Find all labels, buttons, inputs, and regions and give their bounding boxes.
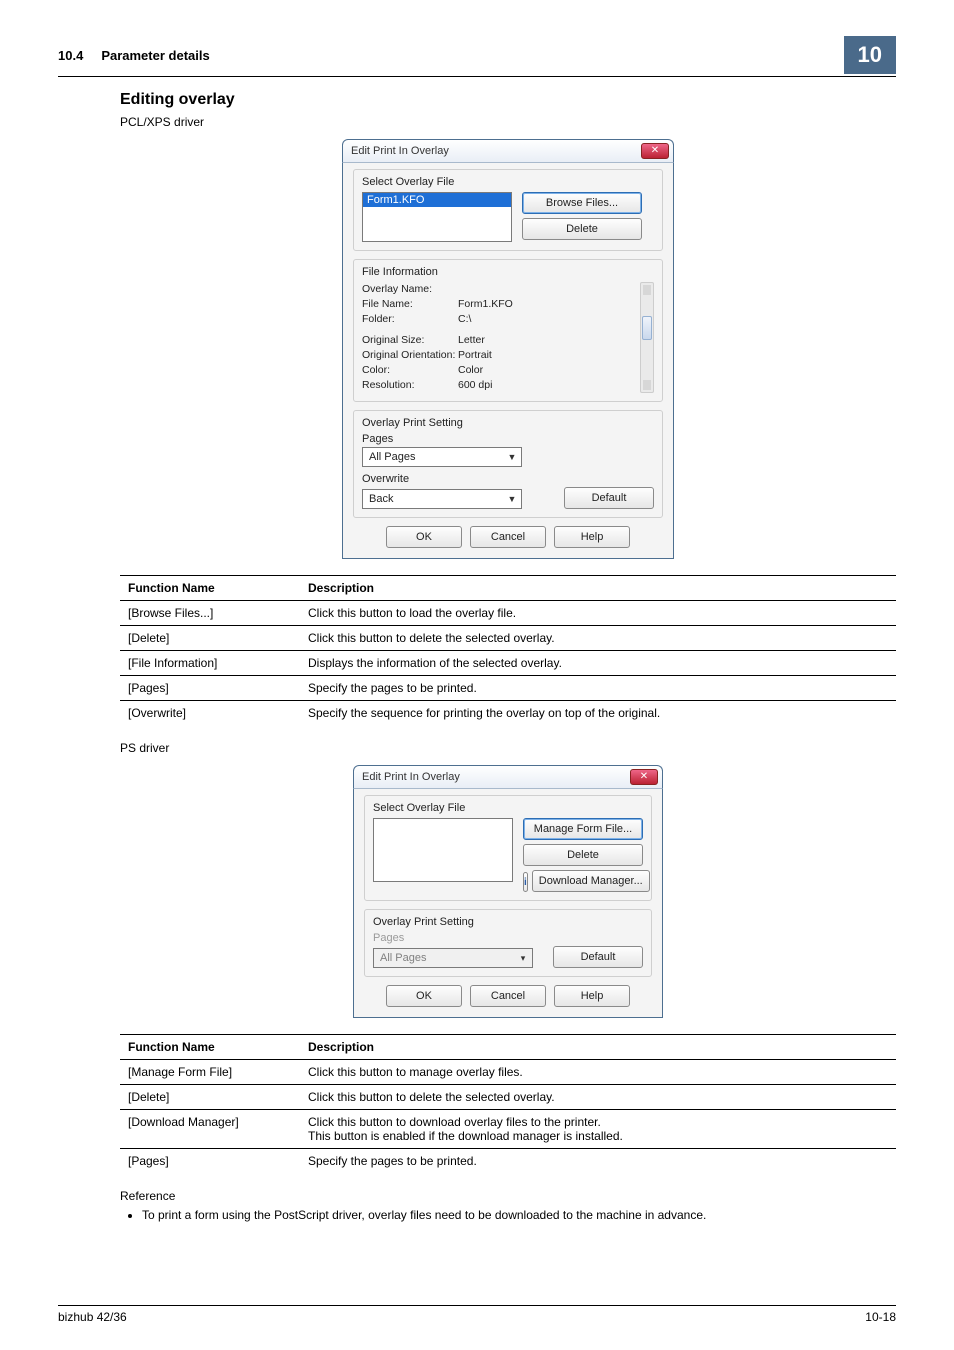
select-overlay-label: Select Overlay File <box>373 802 643 814</box>
dialog-edit-print-in-overlay-ps: Edit Print In Overlay ✕ Select Overlay F… <box>353 765 663 1018</box>
dialog-title: Edit Print In Overlay <box>362 771 460 783</box>
kv-folder-k: Folder: <box>362 312 458 327</box>
ok-button[interactable]: OK <box>386 985 462 1007</box>
heading-editing-overlay: Editing overlay <box>120 91 896 109</box>
select-overlay-label: Select Overlay File <box>362 176 454 188</box>
help-button[interactable]: Help <box>554 985 630 1007</box>
kv-color-k: Color: <box>362 363 458 378</box>
table-row: [Download Manager]Click this button to d… <box>120 1110 896 1149</box>
overlay-file-listbox[interactable] <box>373 818 513 882</box>
function-table-ps: Function Name Description [Manage Form F… <box>120 1034 896 1173</box>
cancel-button[interactable]: Cancel <box>470 985 546 1007</box>
kv-resolution-k: Resolution: <box>362 378 458 393</box>
kv-folder-v: C:\ <box>458 312 630 327</box>
chevron-down-icon: ▼ <box>505 491 519 507</box>
overwrite-combo[interactable]: Back ▼ <box>362 489 522 509</box>
chevron-down-icon: ▼ <box>505 449 519 465</box>
section-number: 10.4 <box>58 48 83 63</box>
download-manager-button[interactable]: Download Manager... <box>532 870 650 892</box>
table-row: [Overwrite]Specify the sequence for prin… <box>120 701 896 726</box>
function-table-pcl: Function Name Description [Browse Files.… <box>120 575 896 725</box>
th-function-name: Function Name <box>120 576 300 601</box>
delete-button[interactable]: Delete <box>523 844 643 866</box>
table-row: [Delete]Click this button to delete the … <box>120 626 896 651</box>
close-icon[interactable]: ✕ <box>641 143 669 159</box>
overlay-file-selected[interactable]: Form1.KFO <box>363 193 511 207</box>
file-information-label: File Information <box>362 266 654 278</box>
kv-resolution-v: 600 dpi <box>458 378 630 393</box>
kv-overlay-name-v <box>458 282 630 297</box>
kv-file-name-k: File Name: <box>362 297 458 312</box>
table-row: [Pages]Specify the pages to be printed. <box>120 1149 896 1174</box>
th-description: Description <box>300 576 896 601</box>
kv-overlay-name-k: Overlay Name: <box>362 282 458 297</box>
chapter-badge: 10 <box>844 36 896 74</box>
titlebar: Edit Print In Overlay ✕ <box>353 765 663 788</box>
kv-color-v: Color <box>458 363 630 378</box>
reference-heading: Reference <box>120 1189 896 1203</box>
manage-form-file-button[interactable]: Manage Form File... <box>523 818 643 840</box>
pages-value: All Pages <box>380 952 426 964</box>
table-row: [Pages]Specify the pages to be printed. <box>120 676 896 701</box>
pages-value: All Pages <box>369 451 415 463</box>
overlay-file-listbox[interactable]: Form1.KFO <box>362 192 512 242</box>
info-icon[interactable]: i <box>523 872 528 892</box>
close-icon[interactable]: ✕ <box>630 769 658 785</box>
delete-button[interactable]: Delete <box>522 218 642 240</box>
kv-orig-size-v: Letter <box>458 333 630 348</box>
titlebar: Edit Print In Overlay ✕ <box>342 139 674 162</box>
overlay-print-setting-label: Overlay Print Setting <box>373 916 643 928</box>
table-row: [File Information]Displays the informati… <box>120 651 896 676</box>
overwrite-label: Overwrite <box>362 473 654 485</box>
pages-combo[interactable]: All Pages ▼ <box>362 447 522 467</box>
footer-model: bizhub 42/36 <box>58 1310 127 1324</box>
default-button[interactable]: Default <box>564 487 654 509</box>
driver-pclxps-label: PCL/XPS driver <box>120 115 896 129</box>
browse-files-button[interactable]: Browse Files... <box>522 192 642 214</box>
file-info-scrollbar[interactable] <box>640 282 654 393</box>
kv-orig-orient-k: Original Orientation: <box>362 348 458 363</box>
cancel-button[interactable]: Cancel <box>470 526 546 548</box>
kv-orig-size-k: Original Size: <box>362 333 458 348</box>
table-row: [Manage Form File]Click this button to m… <box>120 1060 896 1085</box>
help-button[interactable]: Help <box>554 526 630 548</box>
pages-label: Pages <box>362 433 654 445</box>
overlay-print-setting-label: Overlay Print Setting <box>362 417 654 429</box>
kv-file-name-v: Form1.KFO <box>458 297 630 312</box>
pages-label: Pages <box>373 932 643 944</box>
section-title: Parameter details <box>101 48 833 63</box>
dialog-title: Edit Print In Overlay <box>351 145 449 157</box>
kv-orig-orient-v: Portrait <box>458 348 630 363</box>
overwrite-value: Back <box>369 493 393 505</box>
th-function-name: Function Name <box>120 1035 300 1060</box>
dialog-edit-print-in-overlay-pcl: Edit Print In Overlay ✕ Select Overlay F… <box>342 139 674 559</box>
footer-page: 10-18 <box>865 1310 896 1324</box>
default-button[interactable]: Default <box>553 946 643 968</box>
driver-ps-label: PS driver <box>120 741 896 755</box>
chevron-down-icon: ▾ <box>516 950 530 966</box>
th-description: Description <box>300 1035 896 1060</box>
table-row: [Delete]Click this button to delete the … <box>120 1085 896 1110</box>
ok-button[interactable]: OK <box>386 526 462 548</box>
pages-combo: All Pages ▾ <box>373 948 533 968</box>
reference-bullet: To print a form using the PostScript dri… <box>142 1207 896 1224</box>
table-row: [Browse Files...]Click this button to lo… <box>120 601 896 626</box>
